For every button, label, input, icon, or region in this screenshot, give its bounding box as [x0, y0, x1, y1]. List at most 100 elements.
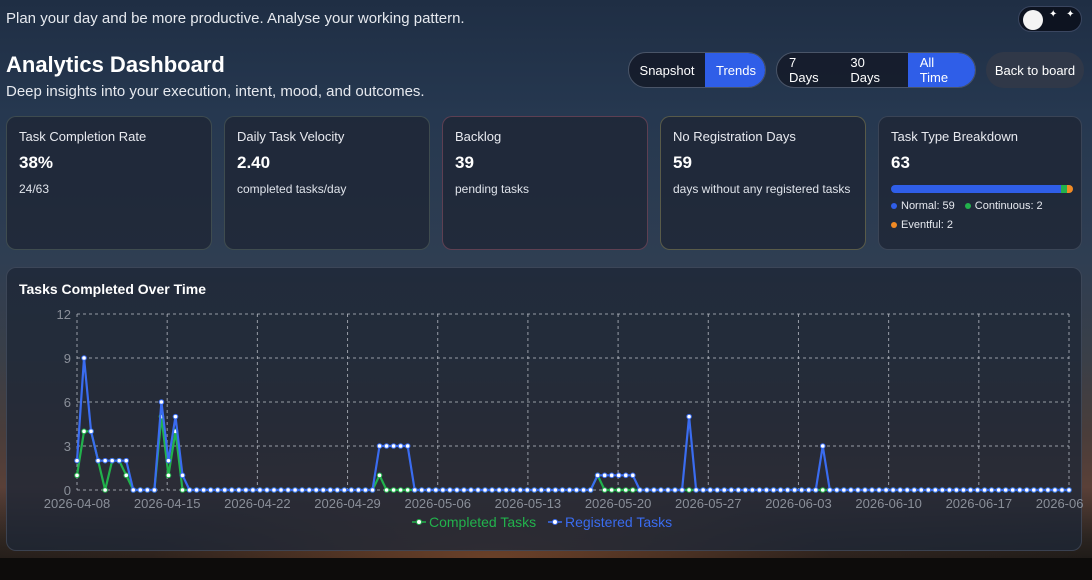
data-point: [1023, 487, 1030, 493]
legend-label: Completed Tasks: [429, 514, 536, 530]
data-point: [552, 487, 559, 493]
data-point: [559, 487, 566, 493]
data-point: [179, 472, 186, 479]
data-point: [404, 443, 411, 449]
data-point: [545, 487, 552, 493]
data-point: [433, 487, 439, 493]
data-point: [911, 487, 918, 493]
data-point: [334, 487, 341, 493]
data-point: [200, 487, 207, 493]
data-point: [587, 487, 594, 493]
legend-normal: Normal: 59: [891, 200, 955, 212]
moon-icon: [1023, 10, 1043, 30]
trends-button[interactable]: Trends: [705, 53, 765, 87]
data-point: [81, 355, 87, 361]
back-to-board-button[interactable]: Back to board: [986, 52, 1084, 88]
data-point: [798, 487, 805, 493]
data-point: [320, 487, 327, 493]
data-point: [988, 487, 995, 493]
task-velocity-card: Daily Task Velocity 2.40 completed tasks…: [224, 116, 430, 250]
data-point: [250, 487, 256, 493]
card-value: 63: [891, 153, 910, 172]
series-line: [75, 415, 1069, 492]
data-point: [608, 472, 615, 479]
data-point: [348, 487, 355, 493]
data-point: [524, 487, 531, 493]
data-point: [299, 487, 305, 493]
data-point: [102, 487, 108, 493]
theme-toggle[interactable]: ✦ ✦: [1018, 6, 1082, 32]
data-point: [1038, 487, 1044, 493]
data-point: [834, 487, 840, 493]
no-registration-days-card: No Registration Days 59 days without any…: [660, 116, 866, 250]
x-tick-label: 2026-05-20: [585, 496, 652, 511]
data-point: [756, 487, 763, 493]
data-point: [383, 487, 390, 493]
data-point: [812, 487, 819, 493]
data-point: [939, 487, 946, 493]
legend-marker: [416, 519, 422, 525]
range-7-days-button[interactable]: 7 Days: [777, 53, 838, 87]
data-point: [531, 487, 538, 493]
data-point: [728, 487, 735, 493]
data-point: [960, 487, 967, 493]
data-point: [313, 487, 320, 493]
card-value: 2.40: [237, 153, 271, 172]
data-point: [447, 487, 453, 493]
data-point: [869, 487, 875, 493]
data-point: [257, 487, 263, 493]
data-point: [186, 487, 193, 493]
data-point: [207, 487, 214, 493]
legend-label: Eventful: 2: [901, 219, 953, 231]
data-point: [925, 487, 932, 493]
data-point: [165, 472, 172, 479]
data-point: [221, 487, 228, 493]
data-point: [770, 487, 777, 493]
data-point: [144, 487, 151, 493]
data-point: [967, 487, 974, 493]
data-point: [341, 487, 348, 493]
legend-eventful: Eventful: 2: [891, 219, 953, 231]
data-point: [848, 487, 854, 493]
data-point: [601, 472, 608, 479]
data-point: [566, 487, 573, 493]
data-point: [721, 487, 728, 493]
legend-label: Continuous: 2: [974, 200, 1043, 212]
y-tick-label: 6: [64, 395, 71, 410]
page-title: Analytics Dashboard: [6, 52, 225, 77]
data-point: [763, 487, 770, 493]
legend-label: Normal: 59: [901, 200, 955, 212]
data-point: [819, 487, 826, 493]
x-tick-label: 2026-06-03: [765, 496, 832, 511]
card-title: No Registration Days: [673, 129, 796, 144]
data-point: [686, 487, 692, 493]
data-point: [179, 487, 186, 493]
data-point: [981, 487, 988, 493]
data-point: [151, 487, 158, 493]
x-tick-label: 2026-04-29: [314, 496, 381, 511]
snapshot-button[interactable]: Snapshot: [629, 53, 705, 87]
x-tick-label: 2026-06-17: [946, 496, 1013, 511]
card-title: Task Completion Rate: [19, 129, 147, 144]
data-point: [791, 487, 798, 493]
data-point: [109, 457, 115, 464]
x-tick-label: 2026-04-22: [224, 496, 291, 511]
range-all-time-button[interactable]: All Time: [907, 53, 975, 87]
data-point: [714, 487, 721, 493]
data-point: [1002, 487, 1009, 493]
completion-rate-card: Task Completion Rate 38% 24/63: [6, 116, 212, 250]
data-point: [749, 487, 756, 493]
y-tick-label: 12: [57, 307, 71, 322]
data-point: [742, 487, 749, 493]
data-point: [693, 487, 699, 493]
card-title: Daily Task Velocity: [237, 129, 345, 144]
card-title: Backlog: [455, 129, 502, 144]
data-point: [95, 457, 101, 464]
data-point: [897, 487, 903, 493]
data-point: [517, 487, 524, 493]
data-point: [630, 487, 636, 493]
range-30-days-button[interactable]: 30 Days: [838, 53, 907, 87]
dot-icon: [891, 222, 897, 229]
card-sub: pending tasks: [455, 182, 530, 196]
data-point: [264, 487, 270, 493]
